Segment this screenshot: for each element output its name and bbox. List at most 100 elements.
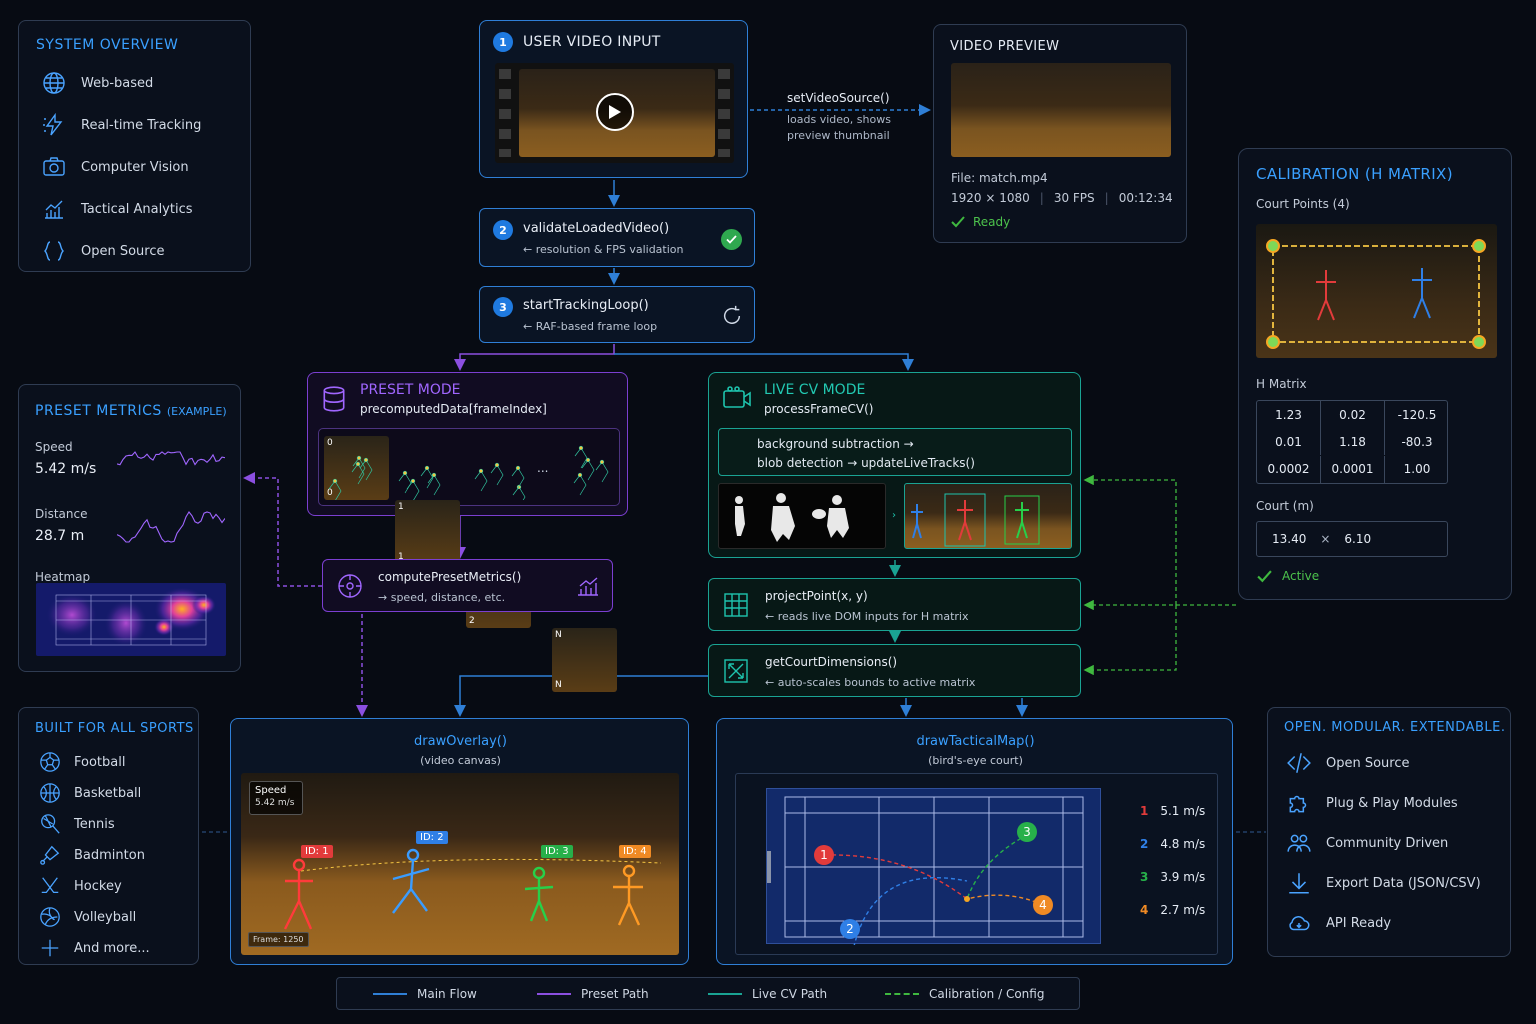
fn-name: projectPoint(x, y) — [765, 589, 868, 603]
project-point-node[interactable]: projectPoint(x, y) ← reads live DOM inpu… — [708, 578, 1081, 631]
overview-item-web: Web-based — [41, 71, 201, 95]
court-canvas[interactable]: 1 2 3 4 — [763, 788, 1101, 962]
player-id: 4 — [1140, 903, 1149, 917]
player-id: 1 — [1140, 804, 1149, 818]
fn-name: getCourtDimensions() — [765, 655, 898, 669]
court-dimensions-node[interactable]: getCourtDimensions() ← auto-scales bound… — [708, 644, 1081, 697]
speed-sparkline — [117, 451, 225, 466]
draw-overlay-node[interactable]: drawOverlay() (video canvas) Speed 5.42 … — [230, 718, 689, 965]
court-dimensions-input[interactable]: 13.40 × 6.10 — [1256, 521, 1448, 557]
download-icon — [1289, 873, 1309, 894]
matrix-cell[interactable]: 0.02 — [1321, 401, 1385, 428]
matrix-cell[interactable]: 0.0002 — [1257, 455, 1321, 483]
sport-item: Volleyball — [39, 906, 150, 928]
fn-desc: ← reads live DOM inputs for H matrix — [765, 610, 969, 623]
preset-mode-node[interactable]: PRESET MODE precomputedData[frameIndex] … — [307, 372, 628, 692]
preset-metrics-panel: PRESET METRICS (EXAMPLE) Speed 5.42 m/s … — [18, 384, 241, 672]
overview-item-tracking: Real-time Tracking — [41, 113, 201, 137]
video-preview-panel: VIDEO PREVIEW File: match.mp4 1920 × 108… — [933, 24, 1187, 243]
sport-label: Tennis — [74, 816, 115, 832]
expand-icon — [724, 659, 748, 683]
matrix-cell[interactable]: 1.18 — [1321, 428, 1385, 456]
play-button[interactable] — [596, 93, 634, 131]
tactical-map-frame: 1 2 3 4 1 5.1 m/s 2 4.8 m/s 3 3.9 m/s 4 2.7 m/s — [735, 773, 1218, 962]
fn-desc: → speed, distance, etc. — [378, 591, 506, 604]
player-tag: ID: 3 — [541, 845, 573, 858]
panel-title: PRESET METRICS — [35, 403, 162, 419]
compute-metrics-node[interactable]: computePresetMetrics() → speed, distance… — [322, 559, 613, 612]
player-speed: 5.1 m/s — [1160, 804, 1206, 818]
matrix-cell[interactable]: -80.3 — [1385, 428, 1449, 455]
validate-video-node[interactable]: 2 validateLoadedVideo() ← resolution & F… — [479, 208, 755, 267]
panel-title: SYSTEM OVERVIEW — [36, 37, 179, 53]
sport-item: Basketball — [39, 782, 150, 804]
community-icon — [1287, 834, 1311, 852]
player-speed: 2.7 m/s — [1160, 903, 1206, 917]
overview-item-label: Web-based — [81, 75, 154, 91]
calibration-panel: CALIBRATION (H MATRIX) Court Points (4) … — [1238, 148, 1512, 600]
player-speed-legend: 1 5.1 m/s 2 4.8 m/s 3 3.9 m/s 4 2.7 m/s — [1140, 804, 1205, 917]
duration: 00:12:34 — [1118, 191, 1173, 205]
fn-name: drawTacticalMap() — [916, 734, 1035, 749]
basketball-icon — [40, 783, 60, 803]
cloud-icon — [1289, 916, 1310, 931]
overview-item-label: Tactical Analytics — [81, 201, 193, 217]
speed-label: Speed — [35, 440, 73, 454]
heatmap-label: Heatmap — [35, 570, 91, 584]
overview-item-cv: Computer Vision — [41, 155, 201, 179]
player-speed-row: 1 5.1 m/s — [1140, 804, 1205, 818]
node-title: USER VIDEO INPUT — [523, 34, 661, 50]
overview-item-label: Open Source — [81, 243, 165, 259]
panel-title-note: (EXAMPLE) — [166, 405, 227, 418]
matrix-cell[interactable]: -120.5 — [1385, 401, 1449, 428]
court-width: 13.40 — [1272, 532, 1307, 546]
fn-desc: preview thumbnail — [787, 129, 890, 142]
status-active: Active — [1282, 569, 1320, 583]
matrix-cell[interactable]: 0.0001 — [1321, 455, 1385, 483]
fn-desc: (bird's-eye court) — [928, 754, 1023, 767]
player-speed-row: 2 4.8 m/s — [1140, 837, 1205, 851]
matrix-cell[interactable]: 0.01 — [1257, 428, 1321, 456]
player-speed: 3.9 m/s — [1160, 870, 1206, 884]
fn-name: precomputedData[frameIndex] — [360, 402, 547, 416]
cv-pipeline-box: background subtraction → blob detection … — [718, 428, 1072, 476]
volleyball-icon — [40, 907, 60, 927]
overview-item-analytics: Tactical Analytics — [41, 197, 201, 221]
video-camera-icon — [723, 386, 751, 408]
distance-sparkline — [117, 511, 225, 543]
court-points-label: Court Points (4) — [1256, 197, 1350, 211]
grid-icon — [724, 593, 748, 617]
sport-label: Basketball — [74, 785, 142, 801]
h-matrix-grid[interactable]: 1.23 0.02 -120.5 0.01 1.18 -80.3 0.0002 0.0001 1… — [1256, 400, 1448, 484]
system-overview-panel: SYSTEM OVERVIEW Web-based Real-time Trac… — [18, 20, 251, 272]
sport-item: Badminton — [39, 844, 150, 866]
player-speed: 4.8 m/s — [1160, 837, 1206, 851]
legend-bar: Main Flow Preset Path Live CV Path Calib… — [336, 977, 1080, 1010]
live-cv-mode-node[interactable]: LIVE CV MODE processFrameCV() background… — [708, 372, 1081, 558]
video-filmstrip — [495, 63, 734, 163]
video-canvas[interactable]: Speed 5.42 m/s Frame: 1250 ID: 1 ID: 2 I… — [241, 773, 679, 955]
step-badge: 1 — [493, 32, 513, 52]
preview-thumbnail — [951, 63, 1171, 157]
globe-icon — [43, 72, 65, 94]
blob-mask-image — [718, 483, 886, 549]
matrix-cell[interactable]: 1.00 — [1385, 456, 1449, 483]
sport-label: And more... — [74, 940, 150, 956]
user-video-input-node[interactable]: 1 USER VIDEO INPUT — [479, 20, 748, 178]
draw-tactical-map-node[interactable]: drawTacticalMap() (bird's-eye court) 1 2… — [716, 718, 1233, 965]
tracking-loop-node[interactable]: 3 startTrackingLoop() ← RAF-based frame … — [479, 286, 755, 343]
fn-desc: ← resolution & FPS validation — [523, 243, 684, 256]
calibration-image[interactable] — [1256, 224, 1497, 358]
sport-label: Football — [74, 754, 126, 770]
feature-item: Plug & Play Modules — [1286, 790, 1481, 816]
panel-title: VIDEO PREVIEW — [950, 39, 1060, 54]
feature-label: Plug & Play Modules — [1326, 795, 1458, 811]
player-tag: ID: 4 — [619, 845, 651, 858]
legend-calibration: Calibration / Config — [885, 987, 1044, 1001]
matrix-cell[interactable]: 1.23 — [1257, 401, 1321, 428]
feature-label: Open Source — [1326, 755, 1410, 771]
lightning-icon — [43, 113, 63, 136]
player-speed-row: 4 2.7 m/s — [1140, 903, 1205, 917]
legend-live-cv-path: Live CV Path — [708, 987, 827, 1001]
times-sign: × — [1320, 532, 1331, 546]
